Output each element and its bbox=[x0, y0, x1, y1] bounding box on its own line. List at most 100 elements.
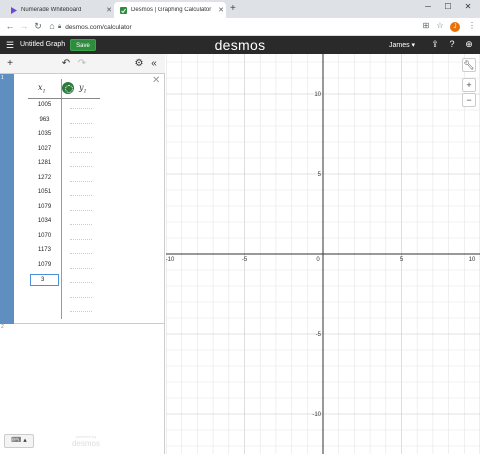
table-row: 1079 bbox=[28, 259, 100, 274]
x-cell[interactable]: 1035 bbox=[28, 131, 61, 137]
close-icon[interactable]: ✕ bbox=[104, 6, 114, 14]
table-row-empty bbox=[28, 302, 100, 317]
back-icon[interactable]: ← bbox=[4, 21, 16, 31]
x-cell[interactable]: 1079 bbox=[28, 204, 61, 210]
collapse-panel-icon[interactable]: « bbox=[148, 58, 160, 69]
desmos-icon bbox=[120, 6, 127, 14]
x-cell-input[interactable]: 3 bbox=[30, 274, 59, 286]
gear-icon[interactable]: ⚙ bbox=[133, 58, 145, 69]
translate-icon[interactable]: ⊞ bbox=[420, 21, 432, 30]
tab-desmos[interactable]: Desmos | Graphing Calculator ✕ bbox=[114, 2, 226, 18]
row-tab[interactable]: 1 bbox=[0, 74, 14, 324]
table-row: 1051 bbox=[28, 186, 100, 201]
table-row: 1034 bbox=[28, 215, 100, 230]
more-menu-icon[interactable]: ⋮ bbox=[466, 21, 478, 30]
table-row: 1079 bbox=[28, 201, 100, 216]
row-number: 1 bbox=[1, 75, 4, 81]
share-icon[interactable]: ⇪ bbox=[429, 39, 441, 50]
table-expression[interactable]: 1 ✕ x1 y1 1005 963 1035 1027 1281 1272 1051 107… bbox=[0, 74, 165, 324]
x-tick-label: -5 bbox=[242, 257, 248, 263]
add-item-icon[interactable]: + bbox=[4, 58, 16, 69]
url-field[interactable]: 🔒︎ desmos.com/calculator bbox=[58, 21, 368, 33]
graph-paper[interactable]: -10 -5 0 5 10 10 5 -5 -10 bbox=[166, 54, 480, 454]
table-row: 1272 bbox=[28, 172, 100, 187]
window-close-icon[interactable]: ✕ bbox=[458, 2, 478, 11]
x-cell[interactable]: 1272 bbox=[28, 175, 61, 181]
y-cell[interactable] bbox=[70, 282, 92, 283]
y-cell[interactable] bbox=[70, 311, 92, 312]
x-column-header[interactable]: x1 bbox=[38, 83, 46, 95]
y-cell[interactable] bbox=[70, 209, 92, 211]
y-tick-label: -10 bbox=[312, 412, 321, 418]
desmos-header: ☰ Untitled Graph Save desmos James ▾ ⇪ ?… bbox=[0, 36, 480, 54]
y-cell[interactable] bbox=[70, 224, 92, 225]
y-cell[interactable] bbox=[70, 296, 92, 298]
save-button[interactable]: Save bbox=[70, 39, 96, 51]
help-icon[interactable]: ? bbox=[446, 39, 458, 49]
graph-settings-wrench-icon[interactable]: 🔧︎ bbox=[462, 58, 476, 72]
point-color-icon[interactable] bbox=[62, 82, 74, 94]
y-tick-label: 10 bbox=[314, 92, 321, 98]
y-cell[interactable] bbox=[70, 195, 92, 196]
y-cell[interactable] bbox=[70, 253, 92, 254]
minimize-icon[interactable]: ─ bbox=[418, 2, 438, 11]
x-cell[interactable]: 1281 bbox=[28, 160, 61, 166]
x-cell[interactable]: 1079 bbox=[28, 262, 61, 268]
home-icon[interactable]: ⌂ bbox=[46, 21, 58, 31]
y-tick-label: 5 bbox=[318, 172, 322, 178]
undo-icon[interactable]: ↶ bbox=[60, 58, 72, 69]
expression-panel: + ↶ ↷ ⚙ « 1 ✕ x1 y1 1005 963 1035 1027 1281 1… bbox=[0, 54, 165, 454]
forward-icon[interactable]: → bbox=[18, 21, 30, 31]
x-cell[interactable]: 1070 bbox=[28, 233, 61, 239]
maximize-icon[interactable]: ☐ bbox=[438, 2, 458, 11]
x-header-sub: 1 bbox=[42, 88, 46, 95]
powered-by-desmos: powered by desmos bbox=[60, 434, 112, 448]
x-cell[interactable]: 1173 bbox=[28, 247, 61, 253]
next-row-number: 2 bbox=[1, 324, 4, 330]
x-cell[interactable]: 1005 bbox=[28, 102, 61, 108]
y-cell[interactable] bbox=[70, 151, 92, 153]
x-cell[interactable]: 1027 bbox=[28, 146, 61, 152]
new-tab-icon[interactable]: + bbox=[230, 3, 236, 14]
tab-title: Numerade Whiteboard bbox=[21, 7, 82, 13]
graph-svg[interactable]: -10 -5 0 5 10 10 5 -5 -10 bbox=[166, 54, 480, 454]
table-row: 1281 bbox=[28, 157, 100, 172]
bookmark-star-icon[interactable]: ☆ bbox=[434, 21, 446, 30]
table-row-editing: 3 bbox=[28, 273, 100, 288]
data-table: x1 y1 1005 963 1035 1027 1281 1272 1051 1079 103… bbox=[28, 79, 100, 319]
x-cell[interactable]: 963 bbox=[28, 117, 61, 123]
browser-tab-bar: Numerade Whiteboard ✕ Desmos | Graphing … bbox=[0, 0, 480, 18]
language-globe-icon[interactable]: ⊕ bbox=[463, 39, 475, 50]
table-row: 1035 bbox=[28, 128, 100, 143]
y-cell[interactable] bbox=[70, 180, 92, 182]
hamburger-menu-icon[interactable]: ☰ bbox=[6, 40, 14, 51]
y-cell[interactable] bbox=[70, 238, 92, 240]
y-tick-label: -5 bbox=[316, 332, 322, 338]
tab-title: Desmos | Graphing Calculator bbox=[131, 7, 212, 13]
y-cell[interactable] bbox=[70, 108, 92, 109]
tab-numerade[interactable]: Numerade Whiteboard ✕ bbox=[4, 2, 114, 18]
zoom-in-button[interactable]: + bbox=[462, 78, 476, 92]
x-cell[interactable]: 1051 bbox=[28, 189, 61, 195]
x-cell[interactable]: 1034 bbox=[28, 218, 61, 224]
table-row: 963 bbox=[28, 114, 100, 129]
close-icon[interactable]: ✕ bbox=[216, 6, 226, 14]
y-column-header[interactable]: y1 bbox=[79, 83, 87, 95]
y-cell[interactable] bbox=[70, 137, 92, 138]
user-menu[interactable]: James ▾ bbox=[389, 41, 415, 49]
y-cell[interactable] bbox=[70, 122, 92, 124]
y-cell[interactable] bbox=[70, 267, 92, 269]
keyboard-toggle-button[interactable]: ⌨ ▴ bbox=[4, 434, 34, 448]
zoom-out-button[interactable]: − bbox=[462, 93, 476, 107]
y-cell[interactable] bbox=[70, 166, 92, 167]
lock-icon: 🔒︎ bbox=[58, 23, 62, 30]
delete-expression-icon[interactable]: ✕ bbox=[152, 75, 160, 86]
graph-title[interactable]: Untitled Graph bbox=[20, 41, 65, 48]
table-row: 1070 bbox=[28, 230, 100, 245]
table-row: 1027 bbox=[28, 143, 100, 158]
x-tick-label: -10 bbox=[166, 257, 175, 263]
profile-avatar[interactable]: J bbox=[450, 22, 460, 32]
x-tick-label: 5 bbox=[400, 257, 404, 263]
reload-icon[interactable]: ↻ bbox=[32, 21, 44, 32]
redo-icon[interactable]: ↷ bbox=[76, 58, 88, 69]
